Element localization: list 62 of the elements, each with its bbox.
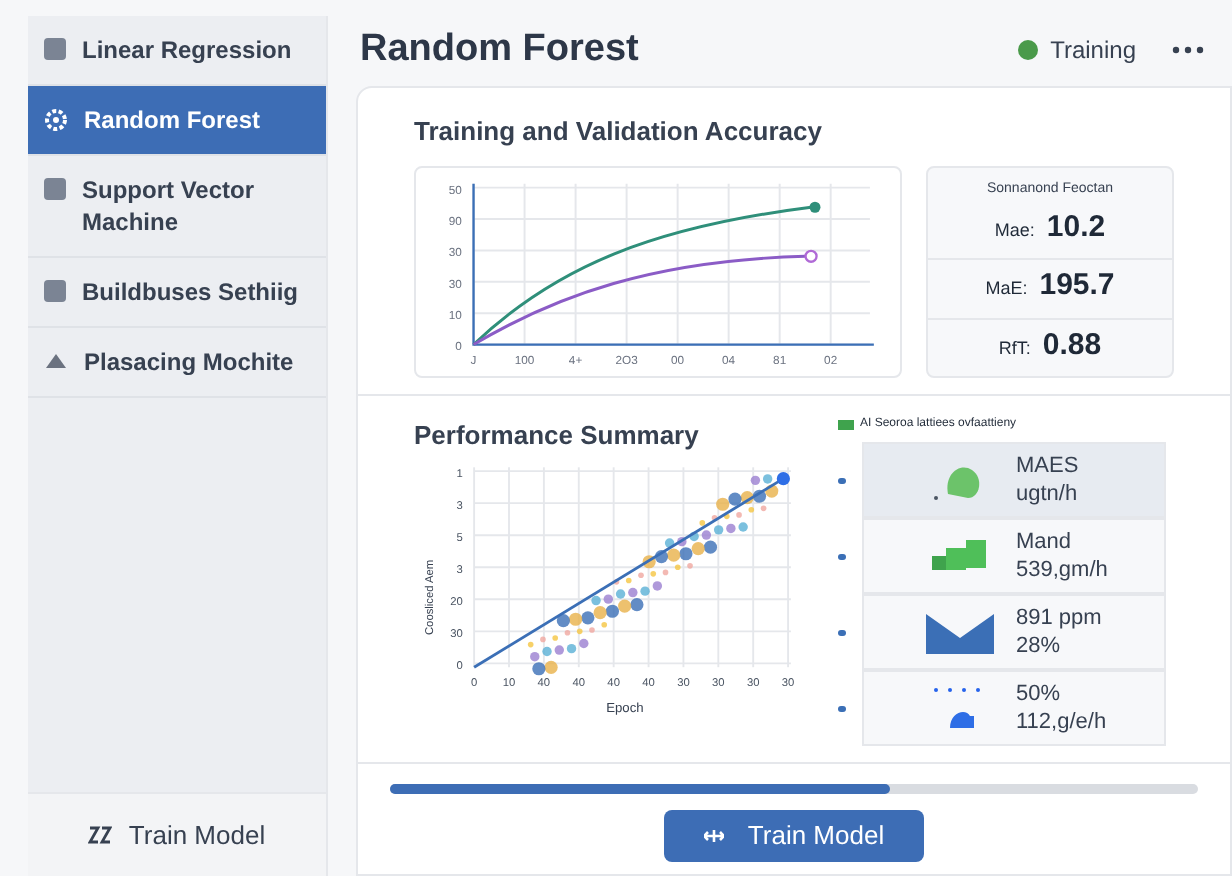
data-point: [638, 571, 644, 578]
chart-title: Performance Summary: [412, 418, 701, 454]
metric-value: 10.2: [1046, 207, 1106, 247]
page-title: Random Forest: [360, 26, 639, 74]
sidebar-item[interactable]: Plasacing Mochite: [28, 328, 326, 398]
sidebar-label: Support Vector Machine: [82, 174, 257, 238]
summary-value: 28%: [1016, 632, 1063, 660]
status-icon: [1018, 40, 1039, 61]
data-point: [625, 576, 632, 583]
summary-row[interactable]: 891 ppm 28%: [862, 594, 1166, 670]
summary-label: 891 ppm: [1016, 604, 1102, 632]
triangle-icon: [44, 350, 68, 370]
point-marker: [776, 471, 790, 485]
bullet-icon: [838, 629, 846, 635]
more-icon[interactable]: [1172, 46, 1204, 55]
arrows-icon: [703, 828, 724, 844]
square-icon: [44, 38, 66, 60]
summary-value: ugtn/h: [1016, 480, 1079, 508]
data-point: [552, 634, 559, 640]
metric-label: MaE:: [985, 276, 1028, 302]
summary-label: 50%: [1016, 680, 1063, 708]
chain-icon: [88, 826, 113, 844]
data-point: [540, 635, 546, 642]
sidebar-item[interactable]: Support Vector Machine: [28, 156, 326, 258]
data-point: [613, 578, 620, 584]
square-icon: [44, 178, 66, 200]
data-point: [711, 513, 718, 520]
data-point: [662, 568, 669, 575]
metric-value: 0.88: [1042, 325, 1102, 365]
bullet-icon: [838, 705, 846, 711]
summary-label: Mand: [1016, 528, 1074, 556]
sidebar-label: Plasacing Mochite: [84, 346, 294, 378]
bullet-icon: [838, 477, 846, 483]
metric-label: Mae:: [994, 217, 1035, 243]
point-marker: [809, 201, 821, 213]
train-model-button[interactable]: Train Model: [28, 792, 326, 876]
sidebar-item[interactable]: Buildbuses Sethiig: [28, 258, 326, 328]
sidebar-label: Random Forest: [84, 104, 261, 136]
summary-row[interactable]: 50% 112,g/e/h: [862, 670, 1166, 746]
summary-value: 539,gm/h: [1016, 556, 1108, 584]
chart-title: Training and Validation Accuracy: [414, 113, 824, 150]
data-point: [527, 640, 534, 647]
sidebar-label: Linear Regression: [82, 34, 292, 66]
blocks-icon: [932, 536, 988, 576]
train-model-button[interactable]: Train Model: [663, 810, 925, 862]
data-point: [736, 511, 742, 517]
point-marker: [804, 249, 818, 263]
bullet-icon: [838, 553, 846, 559]
sidebar-item[interactable]: Random Forest: [28, 86, 326, 156]
sidebar-label: Buildbuses Sethiig: [82, 276, 299, 308]
legend-icon: [838, 420, 854, 430]
data-point: [699, 519, 706, 525]
summary-row[interactable]: Mand 539,gm/h: [862, 518, 1166, 594]
metric-value: 195.7: [1039, 266, 1115, 306]
status-label: Training: [1050, 34, 1136, 69]
chart-icon: [926, 610, 994, 654]
summary-value: 112,g/e/h: [1016, 708, 1107, 736]
gear-icon: [44, 108, 68, 132]
summary-label: MAES: [1016, 452, 1079, 480]
summary-row[interactable]: MAES ugtn/h: [862, 442, 1166, 518]
metric-label: RfT:: [998, 335, 1031, 361]
square-icon: [44, 280, 66, 302]
